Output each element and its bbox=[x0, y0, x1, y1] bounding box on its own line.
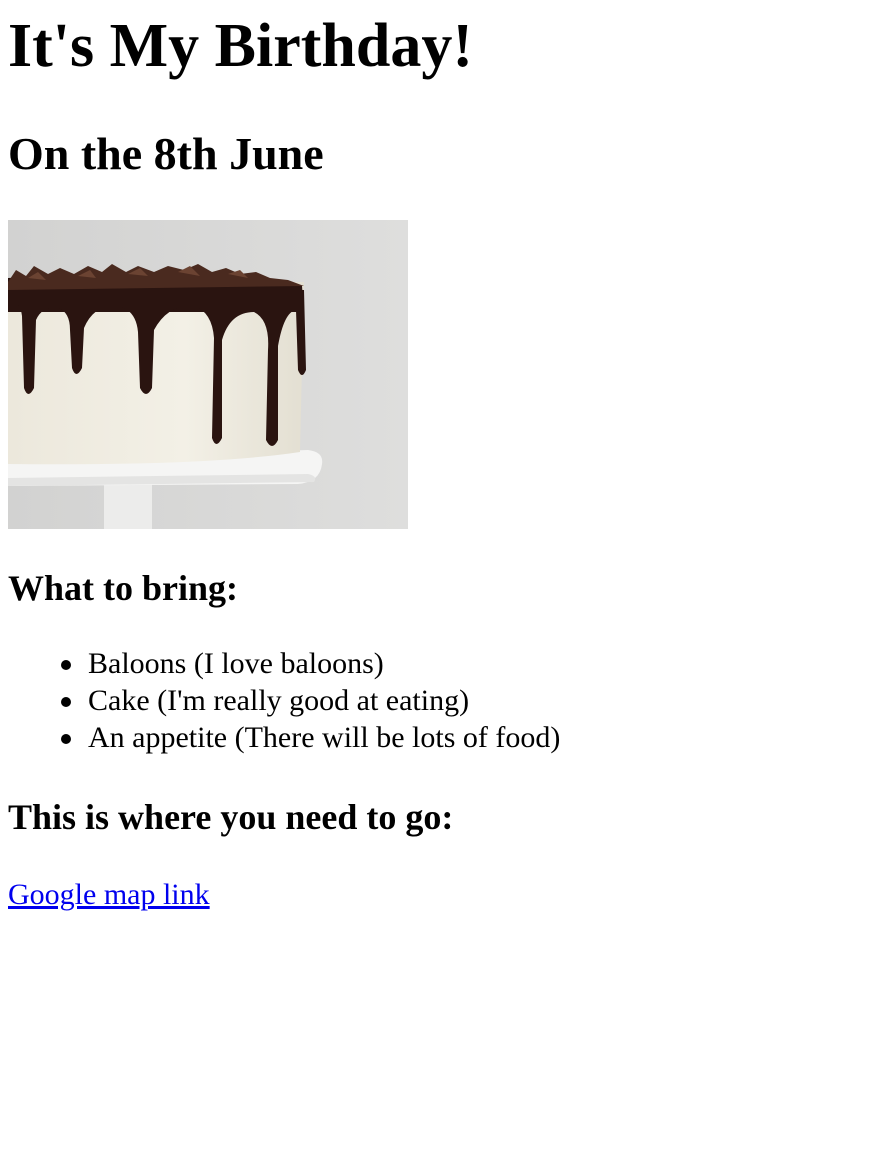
google-map-link[interactable]: Google map link bbox=[8, 876, 210, 913]
list-item-text: Baloons (I love baloons) bbox=[88, 647, 384, 680]
list-item-text: Cake (I'm really good at eating) bbox=[88, 684, 470, 717]
page-subtitle: On the 8th June bbox=[8, 128, 324, 179]
bring-list: Baloons (I love baloons) Cake (I'm reall… bbox=[8, 645, 560, 756]
bullet-icon bbox=[61, 734, 71, 744]
list-item: Cake (I'm really good at eating) bbox=[61, 682, 560, 719]
location-heading: This is where you need to go: bbox=[8, 797, 454, 837]
list-item-text: An appetite (There will be lots of food) bbox=[88, 721, 561, 754]
page-title: It's My Birthday! bbox=[8, 12, 473, 80]
list-item: Baloons (I love baloons) bbox=[61, 645, 560, 682]
bullet-icon bbox=[61, 660, 71, 670]
list-item: An appetite (There will be lots of food) bbox=[61, 719, 561, 756]
what-to-bring-heading: What to bring: bbox=[8, 568, 239, 608]
cake-image bbox=[8, 220, 408, 529]
bullet-icon bbox=[61, 697, 71, 707]
